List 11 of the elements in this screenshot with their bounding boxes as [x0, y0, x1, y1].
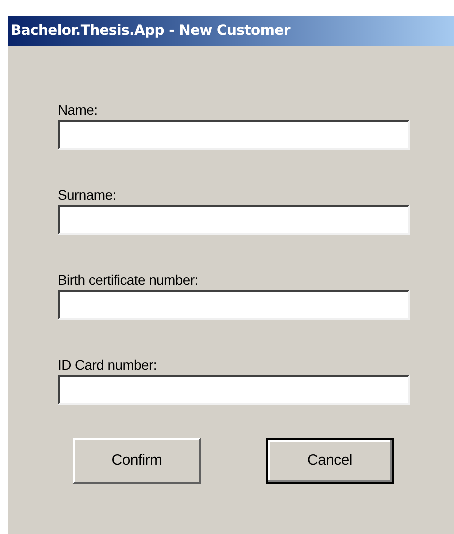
dialog-button[interactable]: Confirm [73, 438, 201, 484]
window-title: Bachelor.Thesis.App - New Customer [11, 22, 290, 40]
field-label: Birth certificate number: [58, 272, 200, 288]
input-field[interactable] [58, 375, 410, 405]
dialog-button[interactable]: Cancel [266, 438, 394, 484]
field-label: Name: [58, 102, 99, 118]
input-field[interactable] [58, 120, 410, 150]
field-label: Surname: [58, 187, 118, 203]
field-label: ID Card number: [58, 357, 158, 373]
input-field[interactable] [58, 290, 410, 320]
input-field[interactable] [58, 205, 410, 235]
